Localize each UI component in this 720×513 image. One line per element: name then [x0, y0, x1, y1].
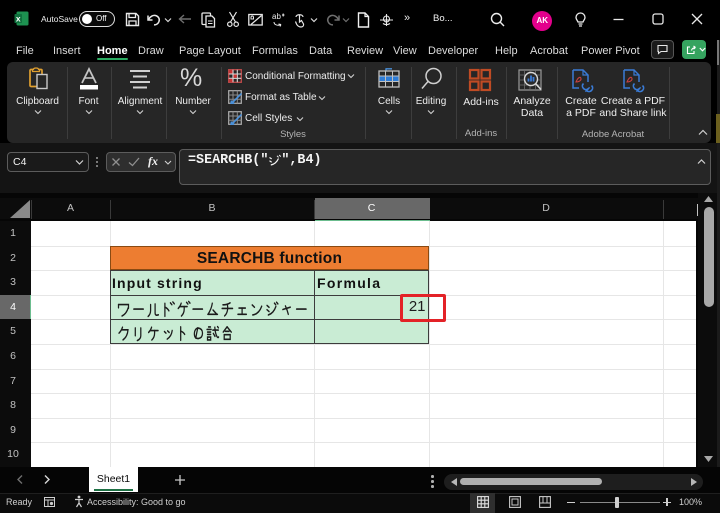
svg-text:x: x: [16, 14, 21, 24]
svg-text:ab: ab: [272, 12, 281, 21]
